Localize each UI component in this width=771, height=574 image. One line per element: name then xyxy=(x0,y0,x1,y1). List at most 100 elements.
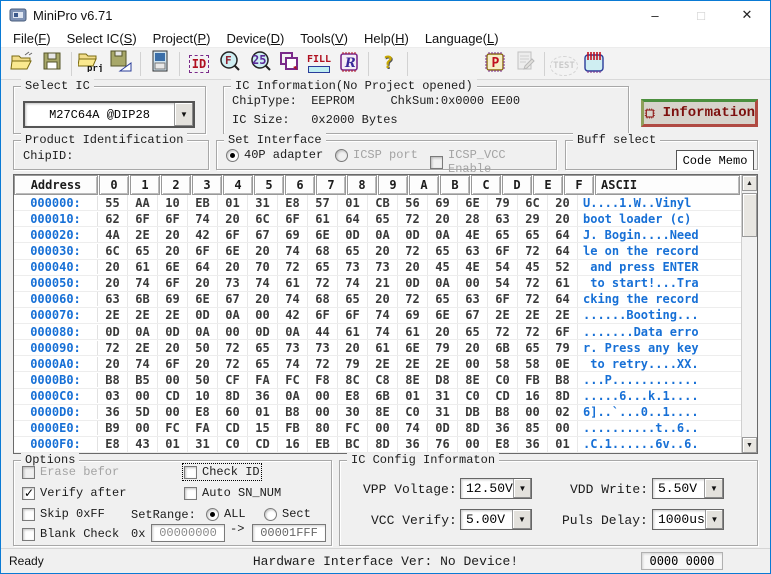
hex-byte-cell[interactable]: CD xyxy=(218,421,248,436)
hex-byte-cell[interactable]: 6B xyxy=(488,340,518,355)
hex-byte-cell[interactable]: D8 xyxy=(428,372,458,387)
hex-byte-cell[interactable]: 20 xyxy=(98,356,128,371)
hex-byte-cell[interactable]: 4E xyxy=(458,227,488,242)
puls-delay-select[interactable]: 1000us ▼ xyxy=(652,509,724,530)
checkbox-auto-sn[interactable]: Auto SN_NUM xyxy=(184,486,281,500)
menu-project-p[interactable]: Project(P) xyxy=(145,29,219,47)
open-file-button[interactable] xyxy=(7,50,37,78)
range-to-input[interactable]: 00001FFF xyxy=(252,524,326,542)
hex-byte-cell[interactable]: 63 xyxy=(488,211,518,226)
hex-byte-cell[interactable]: F8 xyxy=(308,372,338,387)
hex-byte-cell[interactable]: 6F xyxy=(338,308,368,323)
hex-byte-cell[interactable]: 2E xyxy=(128,308,158,323)
hex-byte-cell[interactable]: 00 xyxy=(368,421,398,436)
hex-byte-cell[interactable]: 65 xyxy=(428,292,458,307)
chevron-down-icon[interactable]: ▼ xyxy=(174,103,193,126)
hex-byte-cell[interactable]: 57 xyxy=(308,195,338,210)
hex-byte-cell[interactable]: FA xyxy=(248,372,278,387)
hex-byte-cell[interactable]: 10 xyxy=(188,389,218,404)
save-project-button[interactable] xyxy=(106,50,136,78)
hex-byte-cell[interactable]: 72 xyxy=(308,276,338,291)
hex-byte-cell[interactable]: 73 xyxy=(308,340,338,355)
hex-byte-cell[interactable]: 74 xyxy=(278,356,308,371)
ascii-cell[interactable]: .......Data erro xyxy=(578,325,741,339)
hex-byte-cell[interactable]: 20 xyxy=(338,340,368,355)
hex-byte-cell[interactable]: 67 xyxy=(248,227,278,242)
hex-byte-cell[interactable]: BC xyxy=(338,437,368,452)
hex-byte-cell[interactable]: 00 xyxy=(218,324,248,339)
hex-byte-cell[interactable]: 2E xyxy=(488,308,518,323)
hex-byte-cell[interactable]: 6F xyxy=(488,292,518,307)
hex-byte-cell[interactable]: 00 xyxy=(308,405,338,420)
chevron-down-icon[interactable]: ▼ xyxy=(705,510,723,529)
checkbox-verify-after[interactable]: Verify after xyxy=(22,486,126,500)
hex-byte-cell[interactable]: 44 xyxy=(308,324,338,339)
hex-byte-cell[interactable]: 6F xyxy=(158,276,188,291)
hex-byte-cell[interactable]: B8 xyxy=(278,405,308,420)
save-file-button[interactable] xyxy=(37,50,67,78)
hex-byte-cell[interactable]: 20 xyxy=(248,292,278,307)
hex-byte-cell[interactable]: 72 xyxy=(398,292,428,307)
hex-byte-cell[interactable]: 20 xyxy=(548,195,578,210)
hex-byte-cell[interactable]: 52 xyxy=(548,260,578,275)
hex-byte-cell[interactable]: CF xyxy=(218,372,248,387)
hex-byte-cell[interactable]: 80 xyxy=(308,421,338,436)
hex-byte-cell[interactable]: E8 xyxy=(188,405,218,420)
menu-help-h[interactable]: Help(H) xyxy=(356,29,417,47)
hex-byte-cell[interactable]: 6E xyxy=(218,243,248,258)
hex-byte-cell[interactable]: C8 xyxy=(368,372,398,387)
hex-byte-cell[interactable]: 68 xyxy=(308,292,338,307)
hex-byte-cell[interactable]: CB xyxy=(368,195,398,210)
hex-byte-cell[interactable]: 2E xyxy=(518,308,548,323)
hex-byte-cell[interactable]: 72 xyxy=(218,340,248,355)
ascii-cell[interactable]: to start!...Tra xyxy=(578,276,741,290)
menu-file-f[interactable]: File(F) xyxy=(5,29,59,47)
hex-byte-cell[interactable]: 01 xyxy=(338,195,368,210)
hex-byte-cell[interactable]: 31 xyxy=(428,389,458,404)
hex-byte-cell[interactable]: 36 xyxy=(488,421,518,436)
socket-button[interactable] xyxy=(579,50,609,78)
hex-byte-cell[interactable]: 01 xyxy=(248,405,278,420)
hex-byte-cell[interactable]: 73 xyxy=(338,260,368,275)
hex-byte-cell[interactable]: 8D xyxy=(218,389,248,404)
hex-byte-cell[interactable]: 6F xyxy=(158,211,188,226)
ascii-cell[interactable]: ...P............ xyxy=(578,373,741,387)
hex-byte-cell[interactable]: 20 xyxy=(428,211,458,226)
hex-byte-cell[interactable]: FB xyxy=(278,421,308,436)
hex-byte-cell[interactable]: 74 xyxy=(338,276,368,291)
hex-byte-cell[interactable]: 72 xyxy=(488,324,518,339)
hex-byte-cell[interactable]: 0A xyxy=(128,324,158,339)
hex-byte-cell[interactable]: 43 xyxy=(128,437,158,452)
hex-byte-cell[interactable]: 20 xyxy=(218,211,248,226)
hex-byte-cell[interactable]: 00 xyxy=(458,437,488,452)
hex-byte-cell[interactable]: 64 xyxy=(548,243,578,258)
hex-byte-cell[interactable]: 2E xyxy=(98,308,128,323)
hex-byte-cell[interactable]: 72 xyxy=(98,340,128,355)
ascii-cell[interactable]: ..........t..6.. xyxy=(578,421,741,435)
hex-byte-cell[interactable]: FC xyxy=(278,372,308,387)
hex-byte-cell[interactable]: 21 xyxy=(368,276,398,291)
hex-byte-cell[interactable]: 0D xyxy=(188,308,218,323)
maximize-button[interactable]: □ xyxy=(678,1,724,29)
hex-byte-cell[interactable]: 10 xyxy=(158,195,188,210)
hex-byte-cell[interactable]: 0D xyxy=(428,421,458,436)
hex-byte-cell[interactable]: 72 xyxy=(518,292,548,307)
ascii-cell[interactable]: to retry....XX. xyxy=(578,357,741,371)
checkbox-blank-check[interactable]: Blank Check xyxy=(22,527,119,541)
hex-byte-cell[interactable]: 63 xyxy=(98,292,128,307)
hex-byte-cell[interactable]: 28 xyxy=(458,211,488,226)
ascii-cell[interactable]: le on the record xyxy=(578,244,741,258)
hex-byte-cell[interactable]: 72 xyxy=(518,243,548,258)
hex-byte-cell[interactable]: 20 xyxy=(188,276,218,291)
hex-byte-cell[interactable]: 6F xyxy=(308,308,338,323)
hex-byte-cell[interactable]: 2E xyxy=(398,356,428,371)
hex-byte-cell[interactable]: 20 xyxy=(458,340,488,355)
hex-byte-cell[interactable]: 20 xyxy=(98,260,128,275)
ascii-cell[interactable]: J. Bogin....Need xyxy=(578,228,741,242)
hex-byte-cell[interactable]: 6F xyxy=(278,211,308,226)
hex-byte-cell[interactable]: 20 xyxy=(218,260,248,275)
hex-byte-cell[interactable]: 69 xyxy=(428,195,458,210)
hex-byte-cell[interactable]: 0A xyxy=(428,227,458,242)
scrollbar-thumb[interactable] xyxy=(742,193,757,237)
hex-byte-cell[interactable]: 65 xyxy=(338,243,368,258)
